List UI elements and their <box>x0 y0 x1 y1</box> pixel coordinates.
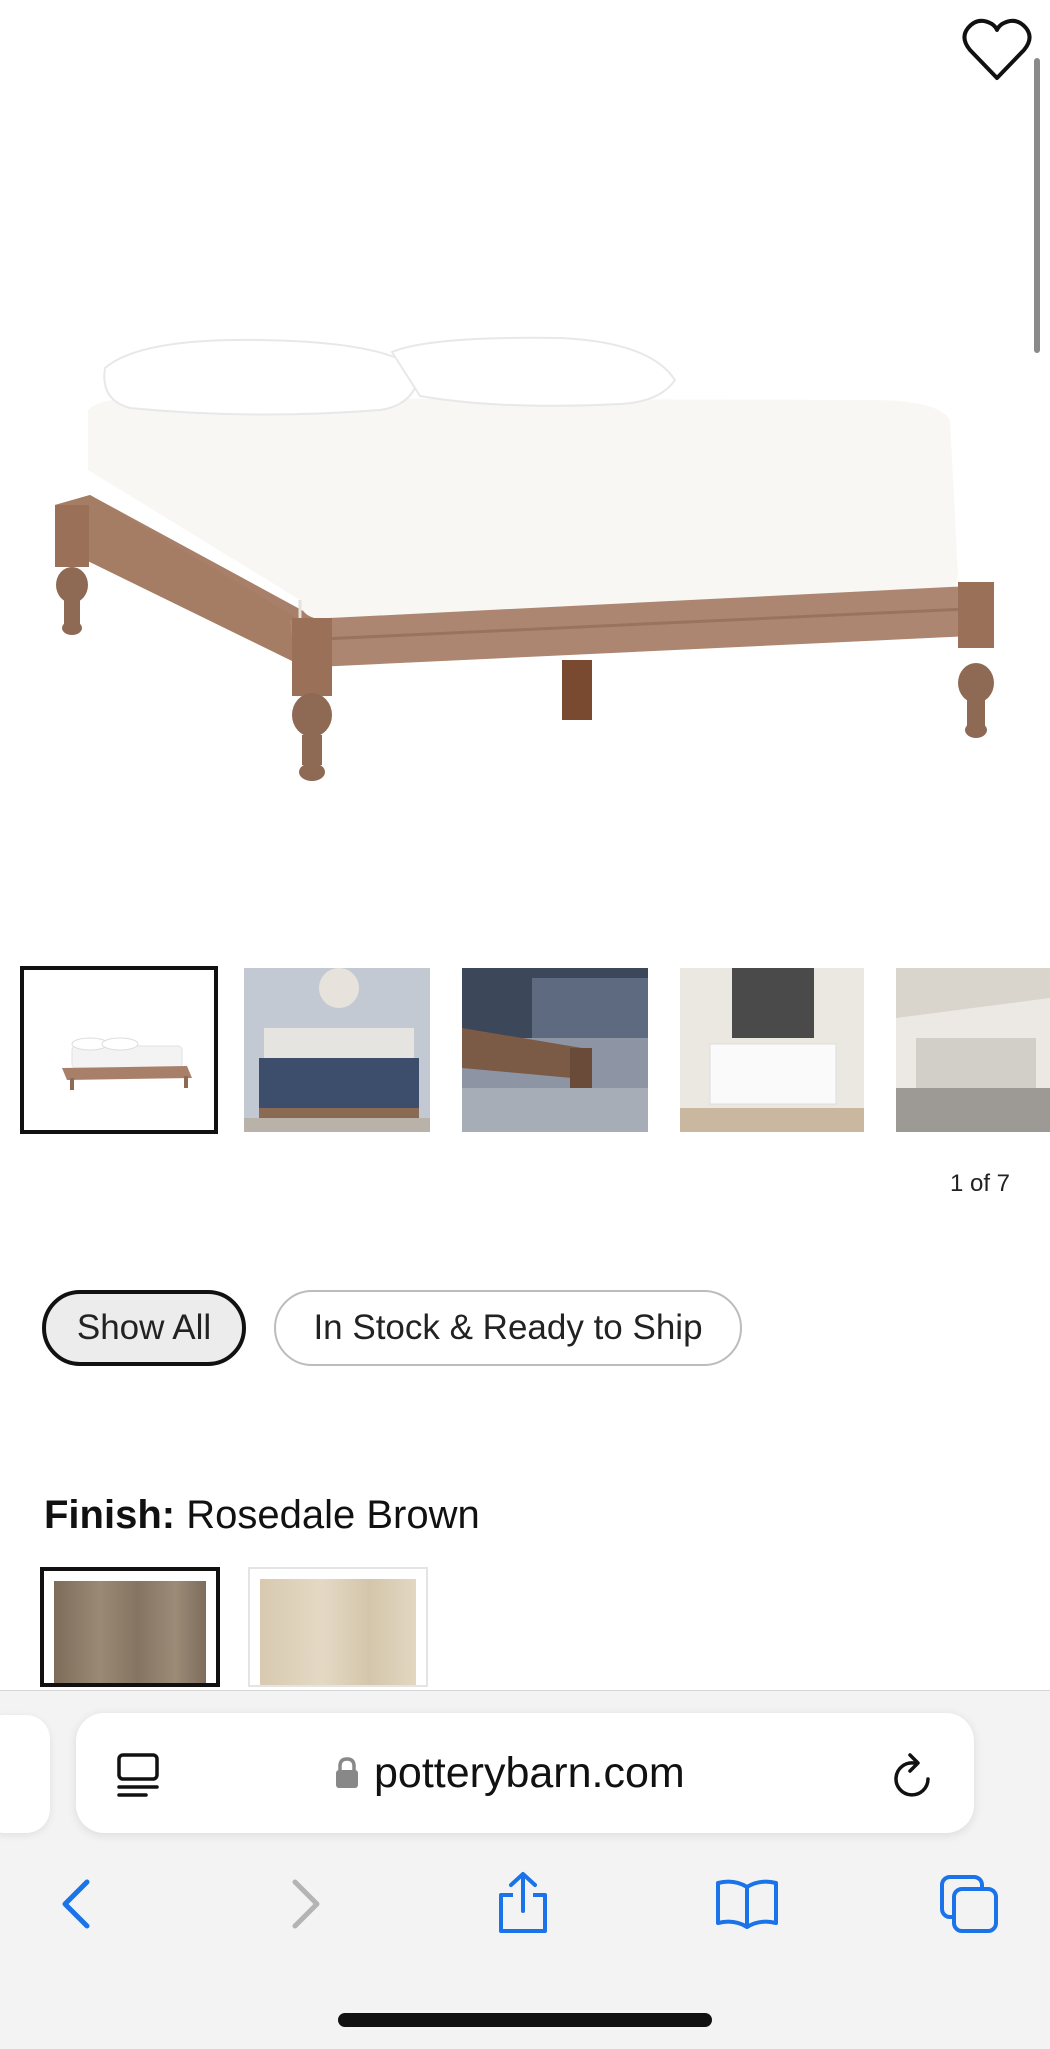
tabs-icon[interactable] <box>934 1869 1004 1939</box>
swatch-texture <box>54 1581 206 1683</box>
thumbnail-image <box>680 968 864 1132</box>
thumbnail-3[interactable] <box>462 968 648 1132</box>
finish-swatch-light[interactable] <box>248 1567 428 1687</box>
thumbnail-image <box>462 968 648 1132</box>
thumbnail-4[interactable] <box>680 968 864 1132</box>
bookmarks-icon[interactable] <box>712 1869 782 1939</box>
thumbnail-image <box>244 968 430 1132</box>
product-hero-image[interactable] <box>0 0 1050 930</box>
thumbnail-image <box>896 968 1050 1132</box>
thumbnail-5[interactable] <box>896 968 1050 1132</box>
back-icon[interactable] <box>42 1869 112 1939</box>
show-all-filter-button[interactable]: Show All <box>42 1290 246 1366</box>
lock-icon <box>336 1757 358 1788</box>
finish-swatch-rosedale-brown[interactable] <box>40 1567 220 1687</box>
forward-icon[interactable] <box>270 1869 340 1939</box>
in-stock-filter-button[interactable]: In Stock & Ready to Ship <box>274 1290 742 1366</box>
browser-toolbar: potterybarn.com <box>0 1690 1050 2049</box>
home-indicator <box>338 2013 712 2027</box>
bed-illustration <box>55 336 994 781</box>
swatch-texture <box>260 1579 416 1685</box>
previous-tab-preview[interactable] <box>0 1715 50 1833</box>
thumbnail-1[interactable] <box>20 966 218 1134</box>
finish-heading: Finish: Rosedale Brown <box>44 1493 480 1538</box>
finish-value: Rosedale Brown <box>186 1493 480 1537</box>
thumbnail-image <box>22 968 216 1132</box>
reader-icon[interactable] <box>116 1751 162 1799</box>
url-text: potterybarn.com <box>374 1748 685 1797</box>
gallery-counter: 1 of 7 <box>949 1170 1010 1197</box>
page-scrollbar[interactable] <box>1034 58 1040 353</box>
share-icon[interactable] <box>488 1869 558 1939</box>
thumbnail-2[interactable] <box>244 968 430 1132</box>
finish-label: Finish: <box>44 1493 176 1537</box>
reload-icon[interactable] <box>890 1749 938 1801</box>
url-display[interactable]: potterybarn.com <box>334 1743 685 1803</box>
favorite-heart-icon[interactable] <box>962 18 1032 82</box>
address-bar[interactable]: potterybarn.com <box>76 1713 974 1833</box>
